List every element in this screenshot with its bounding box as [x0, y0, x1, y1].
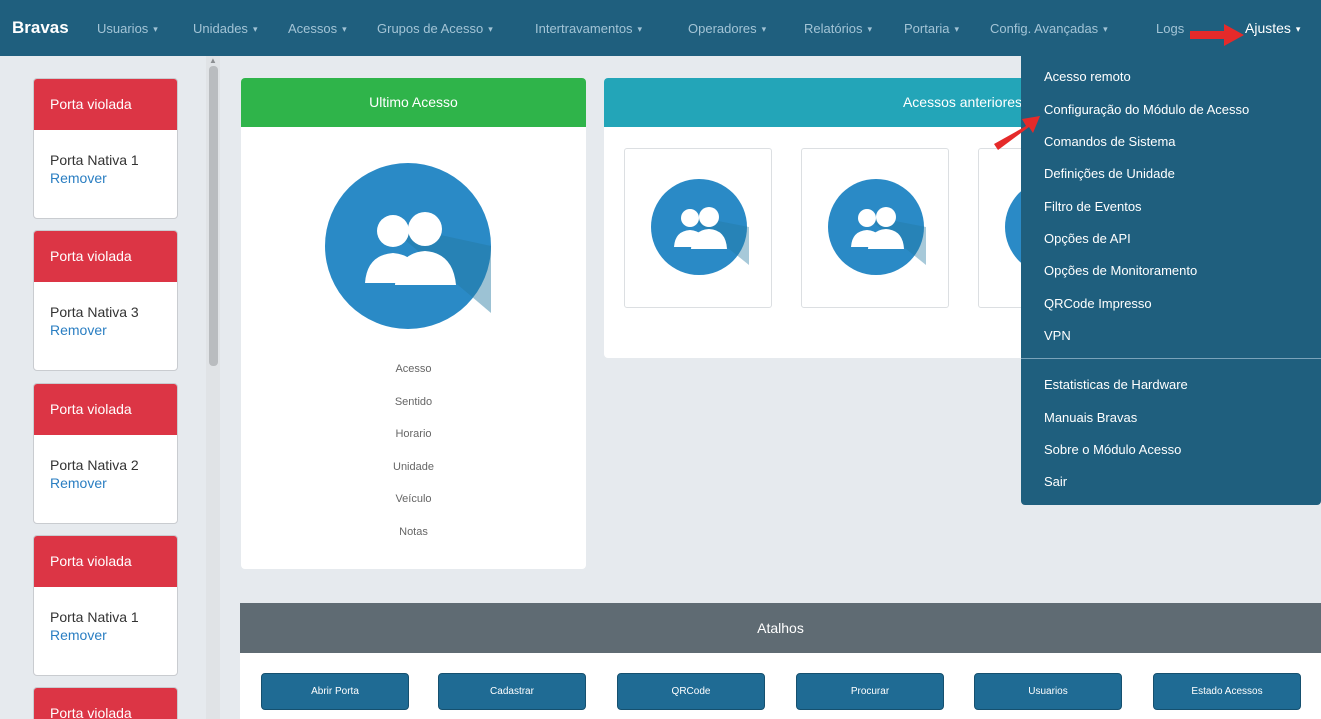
menu-item-sobre[interactable]: Sobre o Módulo Acesso [1044, 442, 1181, 457]
alert-card: Porta violada Porta Nativa 2 Remover [33, 383, 178, 524]
atalhos-panel: Atalhos Abrir Porta Cadastrar QRCode Pro… [240, 603, 1321, 719]
menu-item-opcoes-api[interactable]: Opções de API [1044, 231, 1131, 246]
alert-card: Porta violada [33, 687, 178, 719]
menu-item-comandos-sistema[interactable]: Comandos de Sistema [1044, 134, 1176, 149]
nav-unidades[interactable]: Unidades ▾ [193, 21, 257, 36]
abrir-porta-button[interactable]: Abrir Porta [261, 673, 409, 710]
estado-acessos-button[interactable]: Estado Acessos [1153, 673, 1301, 710]
alert-door-name: Porta Nativa 2 [50, 457, 139, 473]
caret-down-icon: ▾ [761, 24, 767, 34]
nav-operadores[interactable]: Operadores ▾ [688, 21, 766, 36]
menu-item-definicoes-unidade[interactable]: Definições de Unidade [1044, 166, 1175, 181]
previous-access-card[interactable] [624, 148, 772, 308]
alert-title: Porta violada [34, 536, 177, 587]
nav-usuarios-label: Usuarios [97, 21, 149, 36]
nav-portaria[interactable]: Portaria ▾ [904, 21, 959, 36]
nav-unidades-label: Unidades [193, 21, 248, 36]
field-acesso: Acesso [395, 363, 432, 375]
field-notas: Notas [399, 525, 428, 538]
alert-body: Porta Nativa 3 Remover [34, 282, 177, 370]
menu-item-estatisticas-hardware[interactable]: Estatisticas de Hardware [1044, 377, 1188, 392]
alert-title: Porta violada [34, 688, 177, 719]
nav-config-avancadas[interactable]: Config. Avançadas ▾ [990, 21, 1108, 36]
field-sentido: Sentido [394, 395, 433, 408]
remove-alert-link[interactable]: Remover [50, 322, 177, 338]
caret-down-icon: ▾ [153, 24, 158, 34]
alert-door-name: Porta Nativa 1 [50, 609, 139, 625]
field-horario: Horario [395, 428, 432, 440]
ultimo-acesso-panel: Ultimo Acesso Acesso Sentido Horario Uni… [241, 78, 586, 569]
red-arrow-icon [1190, 24, 1244, 46]
menu-item-sair[interactable]: Sair [1044, 474, 1067, 489]
ultimo-acesso-title: Ultimo Acesso [241, 78, 586, 127]
sidebar-scrollbar[interactable]: ▲ [206, 56, 220, 719]
menu-item-opcoes-monitoramento[interactable]: Opções de Monitoramento [1044, 263, 1197, 278]
nav-ajustes-label: Ajustes [1245, 20, 1291, 36]
field-veiculo: Veículo [395, 493, 432, 505]
caret-down-icon: ▾ [1103, 24, 1108, 34]
atalhos-title: Atalhos [240, 603, 1321, 653]
alert-door-name: Porta Nativa 3 [50, 304, 139, 320]
alert-body: Porta Nativa 2 Remover [34, 435, 177, 523]
caret-down-icon: ▾ [867, 24, 873, 34]
remove-alert-link[interactable]: Remover [50, 627, 177, 643]
red-arrow-icon [994, 116, 1040, 150]
usuarios-button[interactable]: Usuarios [974, 673, 1122, 710]
nav-intertravamentos[interactable]: Intertravamentos ▾ [535, 21, 642, 36]
menu-item-configuracao-modulo[interactable]: Configuração do Módulo de Acesso [1044, 102, 1249, 117]
alert-card: Porta violada Porta Nativa 1 Remover [33, 78, 178, 219]
users-icon [651, 179, 749, 275]
access-field-list: Acesso Sentido Horario Unidade Veículo N… [241, 363, 586, 558]
alert-title: Porta violada [34, 79, 177, 130]
ajustes-dropdown-menu: Acesso remoto Configuração do Módulo de … [1021, 56, 1321, 505]
menu-item-qrcode-impresso[interactable]: QRCode Impresso [1044, 296, 1152, 311]
procurar-button[interactable]: Procurar [796, 673, 944, 710]
caret-down-icon: ▾ [637, 24, 643, 34]
alert-door-name: Porta Nativa 1 [50, 152, 139, 168]
alerts-sidebar: Porta violada Porta Nativa 1 Remover Por… [0, 56, 232, 719]
top-navbar: Bravas Usuarios ▾ Unidades ▾ Acessos ▾ Grup… [0, 0, 1321, 56]
menu-item-manuais[interactable]: Manuais Bravas [1044, 410, 1137, 425]
qrcode-button[interactable]: QRCode [617, 673, 765, 710]
alert-card: Porta violada Porta Nativa 3 Remover [33, 230, 178, 371]
caret-down-icon: ▾ [954, 24, 960, 34]
nav-ajustes[interactable]: Ajustes ▾ [1245, 20, 1300, 36]
field-unidade: Unidade [393, 460, 434, 473]
nav-acessos[interactable]: Acessos ▾ [288, 21, 347, 36]
menu-divider [1021, 358, 1321, 359]
cadastrar-button[interactable]: Cadastrar [438, 673, 586, 710]
menu-item-vpn[interactable]: VPN [1044, 328, 1071, 343]
alert-body: Porta Nativa 1 Remover [34, 130, 177, 218]
nav-acessos-label: Acessos [288, 21, 338, 36]
menu-item-filtro-eventos[interactable]: Filtro de Eventos [1044, 199, 1142, 214]
nav-config-label: Config. Avançadas [990, 21, 1099, 36]
remove-alert-link[interactable]: Remover [50, 170, 177, 186]
caret-down-icon: ▾ [342, 24, 347, 34]
nav-logs-label: Logs [1156, 21, 1185, 36]
nav-relatorios[interactable]: Relatórios ▾ [804, 21, 872, 36]
alert-title: Porta violada [34, 231, 177, 282]
previous-access-card[interactable] [801, 148, 949, 308]
users-icon [325, 163, 491, 329]
alert-body: Porta Nativa 1 Remover [34, 587, 177, 675]
caret-down-icon: ▾ [1295, 24, 1301, 34]
users-icon [828, 179, 926, 275]
nav-logs[interactable]: Logs [1156, 21, 1184, 36]
caret-down-icon: ▾ [252, 24, 258, 34]
nav-portaria-label: Portaria [904, 21, 950, 36]
scroll-up-icon[interactable]: ▲ [209, 56, 217, 65]
nav-usuarios[interactable]: Usuarios ▾ [97, 21, 158, 36]
remove-alert-link[interactable]: Remover [50, 475, 177, 491]
scroll-thumb[interactable] [209, 66, 218, 366]
nav-relatorios-label: Relatórios [804, 21, 863, 36]
menu-item-acesso-remoto[interactable]: Acesso remoto [1044, 69, 1131, 84]
caret-down-icon: ▾ [488, 24, 493, 34]
brand-logo[interactable]: Bravas [12, 18, 69, 38]
alert-title: Porta violada [34, 384, 177, 435]
nav-operadores-label: Operadores [688, 21, 757, 36]
alert-card: Porta violada Porta Nativa 1 Remover [33, 535, 178, 676]
nav-grupos-label: Grupos de Acesso [377, 21, 484, 36]
nav-grupos-acesso[interactable]: Grupos de Acesso ▾ [377, 21, 493, 36]
nav-intertravamentos-label: Intertravamentos [535, 21, 633, 36]
